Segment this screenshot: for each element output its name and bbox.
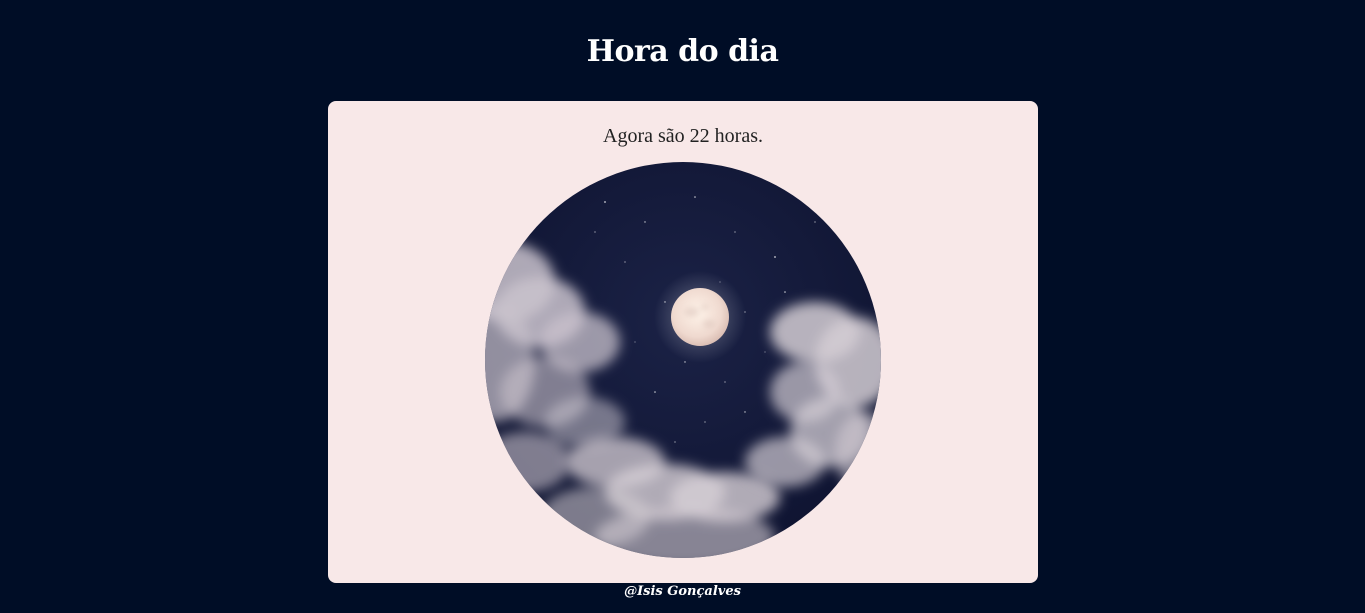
time-message: Agora são 22 horas. [603, 125, 763, 147]
night-sky-moon-illustration [485, 162, 881, 558]
author-credit: @Isis Gonçalves [624, 584, 741, 599]
night-sky-moon-image [485, 162, 881, 558]
moon [671, 288, 729, 346]
time-card: Agora são 22 horas. [328, 101, 1038, 583]
page-title: Hora do dia [586, 34, 779, 69]
